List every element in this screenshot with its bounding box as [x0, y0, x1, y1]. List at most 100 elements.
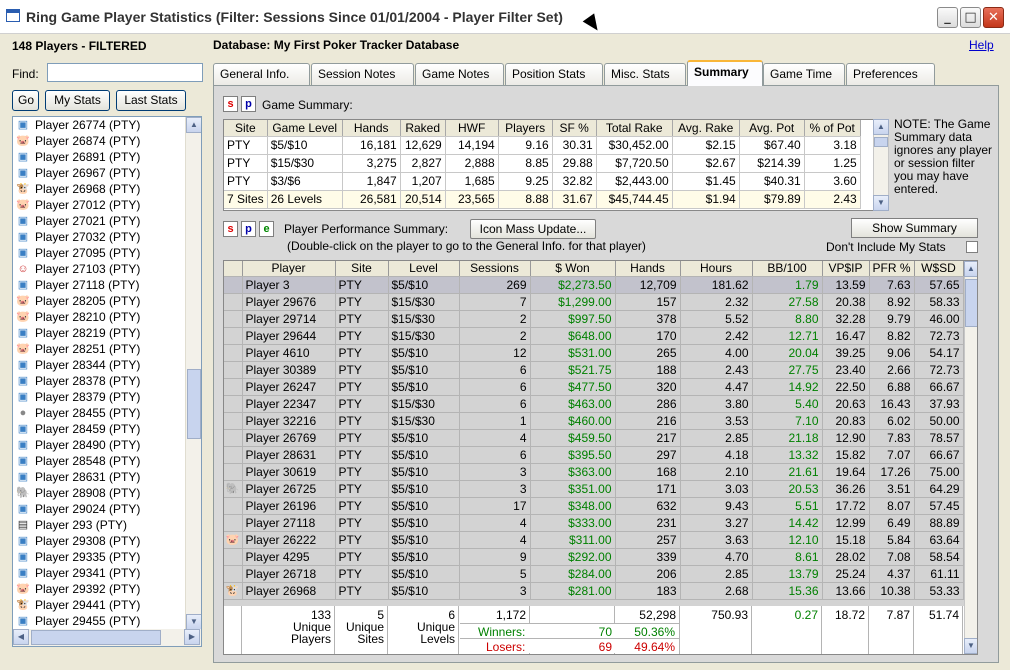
show-summary-button[interactable]: Show Summary — [851, 218, 978, 238]
pp-column-header[interactable]: Hands — [615, 261, 681, 277]
gs-column-header[interactable]: % of Pot — [804, 120, 861, 137]
pp-row[interactable]: Player 22347 PTY $15/$30 6 $463.00 286 3.80 5.4… — [224, 395, 964, 413]
gs-column-header[interactable]: Avg. Rake — [672, 120, 740, 137]
pp-row[interactable]: Player 30389 PTY $5/$10 6 $521.75 188 2.43 27.7… — [224, 361, 964, 379]
player-list-item[interactable]: 🐮 Player 29441 (PTY) — [13, 597, 201, 613]
pp-row[interactable]: Player 29644 PTY $15/$30 2 $648.00 170 2.42 12.… — [224, 327, 964, 345]
player-list-item[interactable]: 🐷 Player 27012 (PTY) — [13, 197, 201, 213]
scroll-up-icon[interactable]: ▲ — [873, 119, 889, 135]
help-link[interactable]: Help — [969, 38, 994, 52]
tab-misc-stats[interactable]: Misc. Stats — [604, 63, 686, 85]
minimize-button[interactable]: _ — [937, 7, 958, 28]
pp-row[interactable]: 🐘 Player 26725 PTY $5/$10 3 $351.00 171 3.03 20.… — [224, 480, 964, 498]
player-list-item[interactable]: ▣ Player 26967 (PTY) — [13, 165, 201, 181]
pp-column-header[interactable]: PFR % — [869, 261, 915, 277]
player-list-item[interactable]: ▣ Player 28631 (PTY) — [13, 469, 201, 485]
pp-column-header[interactable]: W$SD — [914, 261, 964, 277]
gs-row[interactable]: PTY $15/$30 3,275 2,827 2,888 8.85 29.88 $7,720… — [224, 154, 861, 173]
game-summary-scrollbar[interactable]: ▲ ▼ — [873, 119, 889, 211]
pp-column-header[interactable]: Level — [388, 261, 460, 277]
player-list-item[interactable]: ▣ Player 28219 (PTY) — [13, 325, 201, 341]
pp-column-header[interactable]: Player — [242, 261, 336, 277]
scroll-up-icon[interactable]: ▲ — [186, 117, 201, 133]
pp-row[interactable]: Player 3 PTY $5/$10 269 $2,273.50 12,709 181.6… — [224, 276, 964, 294]
pp-row[interactable]: Player 28631 PTY $5/$10 6 $395.50 297 4.18 13.3… — [224, 446, 964, 464]
scroll-right-icon[interactable]: ▶ — [184, 629, 200, 645]
gs-column-header[interactable]: Total Rake — [596, 120, 673, 137]
gs-column-header[interactable]: SF % — [552, 120, 597, 137]
gs-column-header[interactable]: Game Level — [267, 120, 343, 137]
pp-p-button[interactable]: p — [241, 221, 256, 237]
pp-column-header[interactable]: Sessions — [459, 261, 531, 277]
player-list[interactable]: ▣ Player 26774 (PTY) 🐷 Player 26874 (PTY) ▣ P… — [12, 116, 202, 647]
gs-row[interactable]: PTY $3/$6 1,847 1,207 1,685 9.25 32.82 $2,443.0… — [224, 172, 861, 191]
player-list-item[interactable]: ▤ Player 293 (PTY) — [13, 517, 201, 533]
player-list-item[interactable]: ▣ Player 29455 (PTY) — [13, 613, 201, 629]
pp-row[interactable]: Player 29676 PTY $15/$30 7 $1,299.00 157 2.32 2… — [224, 293, 964, 311]
pp-column-header[interactable]: VP$IP — [822, 261, 870, 277]
scroll-thumb[interactable] — [874, 137, 888, 147]
gs-row[interactable]: PTY $5/$10 16,181 12,629 14,194 9.16 30.31 $30,… — [224, 136, 861, 155]
player-list-item[interactable]: ▣ Player 28548 (PTY) — [13, 453, 201, 469]
player-list-item[interactable]: ▣ Player 28379 (PTY) — [13, 389, 201, 405]
player-list-item[interactable]: ▣ Player 27021 (PTY) — [13, 213, 201, 229]
player-list-item[interactable]: ● Player 28455 (PTY) — [13, 405, 201, 421]
player-list-scrollbar[interactable]: ▲ ▼ — [185, 117, 201, 630]
player-list-item[interactable]: 🐷 Player 29392 (PTY) — [13, 581, 201, 597]
pp-row[interactable]: Player 26718 PTY $5/$10 5 $284.00 206 2.85 13.7… — [224, 565, 964, 583]
gs-column-header[interactable]: Hands — [342, 120, 401, 137]
player-list-item[interactable]: ▣ Player 29308 (PTY) — [13, 533, 201, 549]
pp-e-button[interactable]: e — [259, 221, 274, 237]
pp-row[interactable]: Player 26196 PTY $5/$10 17 $348.00 632 9.43 5.5… — [224, 497, 964, 515]
gs-column-header[interactable]: Raked — [400, 120, 446, 137]
pp-row[interactable]: Player 32216 PTY $15/$30 1 $460.00 216 3.53 7.1… — [224, 412, 964, 430]
icon-mass-update-button[interactable]: Icon Mass Update... — [470, 219, 596, 239]
tab-game-time[interactable]: Game Time — [763, 63, 845, 85]
gs-column-header[interactable]: Players — [498, 120, 553, 137]
tab-session-notes[interactable]: Session Notes — [311, 63, 414, 85]
player-list-hscrollbar[interactable]: ◀ ▶ — [13, 629, 201, 646]
pp-column-header[interactable]: BB/100 — [752, 261, 823, 277]
tab-game-notes[interactable]: Game Notes — [415, 63, 504, 85]
player-list-item[interactable]: ▣ Player 27095 (PTY) — [13, 245, 201, 261]
scroll-thumb[interactable] — [187, 369, 201, 439]
gs-s-button[interactable]: s — [223, 96, 238, 112]
tab-position-stats[interactable]: Position Stats — [505, 63, 603, 85]
tab-preferences[interactable]: Preferences — [846, 63, 935, 85]
gs-column-header[interactable]: Avg. Pot — [739, 120, 805, 137]
scroll-down-icon[interactable]: ▼ — [186, 614, 201, 630]
player-list-item[interactable]: ▣ Player 26891 (PTY) — [13, 149, 201, 165]
pp-column-header[interactable]: Site — [335, 261, 389, 277]
pp-row[interactable]: Player 26769 PTY $5/$10 4 $459.50 217 2.85 21.1… — [224, 429, 964, 447]
my-stats-button[interactable]: My Stats — [45, 90, 110, 111]
scroll-thumb[interactable] — [965, 279, 977, 327]
player-list-item[interactable]: 🐷 Player 26874 (PTY) — [13, 133, 201, 149]
pp-column-header[interactable]: $ Won — [530, 261, 616, 277]
pp-row[interactable]: Player 27118 PTY $5/$10 4 $333.00 231 3.27 14.4… — [224, 514, 964, 532]
pp-row[interactable]: Player 26247 PTY $5/$10 6 $477.50 320 4.47 14.9… — [224, 378, 964, 396]
pp-row[interactable]: Player 29714 PTY $15/$30 2 $997.50 378 5.52 8.8… — [224, 310, 964, 328]
scroll-left-icon[interactable]: ◀ — [13, 629, 29, 645]
player-list-item[interactable]: ▣ Player 28344 (PTY) — [13, 357, 201, 373]
pp-row[interactable]: 🐮 Player 26968 PTY $5/$10 3 $281.00 183 2.68 15.… — [224, 582, 964, 600]
scroll-down-icon[interactable]: ▼ — [873, 195, 889, 211]
pp-row[interactable]: Player 4610 PTY $5/$10 12 $531.00 265 4.00 20.0… — [224, 344, 964, 362]
player-list-item[interactable]: ▣ Player 28490 (PTY) — [13, 437, 201, 453]
gs-column-header[interactable]: Site — [224, 120, 268, 137]
close-button[interactable]: ✕ — [983, 7, 1004, 28]
scroll-up-icon[interactable]: ▲ — [964, 261, 977, 277]
gs-p-button[interactable]: p — [241, 96, 256, 112]
find-input[interactable] — [47, 63, 203, 82]
last-stats-button[interactable]: Last Stats — [116, 90, 186, 111]
player-list-item[interactable]: ▣ Player 29341 (PTY) — [13, 565, 201, 581]
hscroll-thumb[interactable] — [31, 630, 161, 645]
go-button[interactable]: Go — [12, 90, 39, 111]
player-list-item[interactable]: 🐷 Player 28205 (PTY) — [13, 293, 201, 309]
performance-scrollbar[interactable]: ▲ ▼ — [964, 261, 977, 654]
scroll-down-icon[interactable]: ▼ — [964, 638, 977, 654]
player-list-item[interactable]: 🐷 Player 28251 (PTY) — [13, 341, 201, 357]
player-list-item[interactable]: ▣ Player 27032 (PTY) — [13, 229, 201, 245]
dont-include-checkbox[interactable] — [966, 241, 978, 253]
player-list-item[interactable]: ▣ Player 29024 (PTY) — [13, 501, 201, 517]
player-list-item[interactable]: ☺ Player 27103 (PTY) — [13, 261, 201, 277]
